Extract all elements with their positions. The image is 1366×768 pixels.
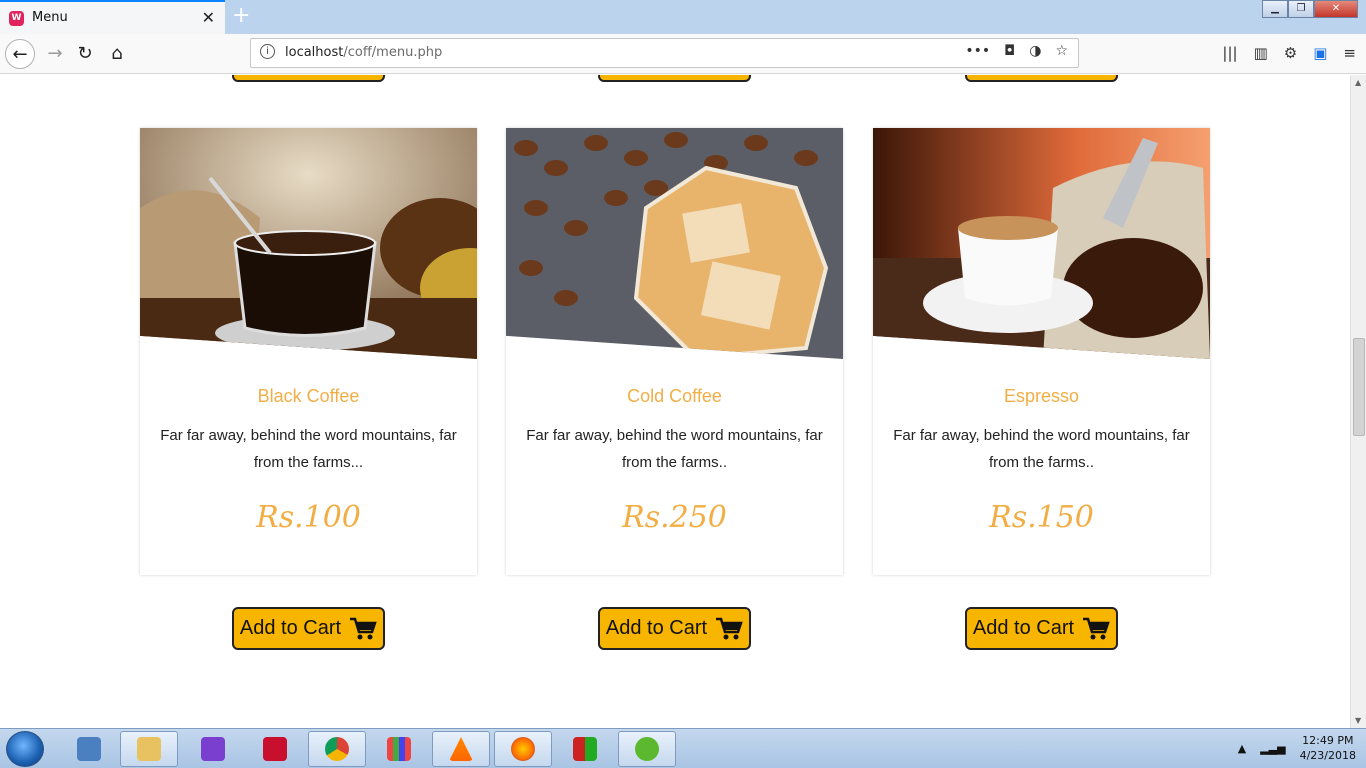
back-button[interactable]: ←: [5, 39, 35, 69]
forward-button[interactable]: →: [40, 39, 70, 69]
reload-button[interactable]: ↻: [70, 39, 100, 69]
black-coffee-image: [140, 128, 477, 359]
page-content: Black Coffee Far far away, behind the wo…: [0, 75, 1350, 728]
system-tray: ▲ ▂▃▅ 12:49 PM 4/23/2018: [1238, 733, 1356, 763]
page-scrollbar[interactable]: ▲ ▼: [1350, 75, 1366, 728]
nav-bar: ← → ↻ ⌂ i localhost/coff/menu.php ••• ◘ …: [0, 34, 1366, 74]
site-info-icon[interactable]: i: [260, 44, 275, 59]
cart-button-label: Add to Cart: [239, 617, 342, 639]
utorrent-icon[interactable]: [618, 731, 676, 767]
winrar-icon[interactable]: [556, 731, 614, 767]
extension-icon[interactable]: ⚙: [1284, 44, 1297, 62]
sidebar-icon[interactable]: ▥: [1254, 44, 1268, 62]
home-button[interactable]: ⌂: [102, 39, 132, 69]
sync-icon[interactable]: ▣: [1313, 44, 1327, 62]
add-to-cart-button-prev[interactable]: [965, 75, 1118, 82]
menu-card: Black Coffee Far far away, behind the wo…: [140, 128, 477, 575]
chrome-icon[interactable]: [308, 731, 366, 767]
add-to-cart-button[interactable]: Add to Cart: [965, 607, 1118, 650]
add-to-cart-button[interactable]: Add to Cart: [232, 607, 385, 650]
cart-button-label: Add to Cart: [972, 617, 1075, 639]
item-description: Far far away, behind the word mountains,…: [893, 427, 1190, 471]
start-button[interactable]: [6, 731, 44, 767]
menu-card: Cold Coffee Far far away, behind the wor…: [506, 128, 843, 575]
acrobat-icon[interactable]: [246, 731, 304, 767]
desktop-icon[interactable]: [60, 731, 118, 767]
new-tab-icon[interactable]: +: [232, 3, 250, 29]
library-icon[interactable]: |||: [1222, 44, 1237, 62]
vlc-icon[interactable]: [432, 731, 490, 767]
item-price: Rs.100: [256, 500, 361, 535]
tray-expand-icon[interactable]: ▲: [1238, 742, 1246, 755]
url-text[interactable]: localhost/coff/menu.php: [285, 45, 442, 60]
item-name: Cold Coffee: [627, 386, 722, 406]
window-close-button[interactable]: ✕: [1314, 0, 1358, 18]
item-price: Rs.250: [622, 500, 727, 535]
restore-button[interactable]: ❐: [1288, 0, 1314, 18]
item-name: Black Coffee: [257, 386, 360, 406]
shopping-cart-icon: [350, 617, 377, 639]
reader-icon[interactable]: ◑: [1029, 43, 1041, 59]
item-description: Far far away, behind the word mountains,…: [526, 427, 823, 471]
network-icon[interactable]: ▂▃▅: [1260, 742, 1285, 755]
minimize-button[interactable]: ▁: [1262, 0, 1288, 18]
cold-coffee-image: [506, 128, 843, 359]
pocket-icon[interactable]: ◘: [1004, 43, 1015, 59]
scrollbar-thumb[interactable]: [1353, 338, 1365, 436]
shopping-cart-icon: [716, 617, 743, 639]
cart-button-label: Add to Cart: [605, 617, 708, 639]
site-favicon-icon: W: [9, 11, 24, 26]
page-actions-icon[interactable]: •••: [965, 43, 990, 59]
add-to-cart-button[interactable]: Add to Cart: [598, 607, 751, 650]
menu-card: Espresso Far far away, behind the word m…: [873, 128, 1210, 575]
bookmark-star-icon[interactable]: ☆: [1055, 43, 1068, 59]
firefox-icon[interactable]: [494, 731, 552, 767]
espresso-image: [873, 128, 1210, 359]
visual-studio-icon[interactable]: [184, 731, 242, 767]
add-to-cart-button-prev[interactable]: [598, 75, 751, 82]
item-name: Espresso: [1003, 386, 1080, 406]
shopping-cart-icon: [1083, 617, 1110, 639]
taskbar: ▲ ▂▃▅ 12:49 PM 4/23/2018: [0, 728, 1366, 768]
item-description: Far far away, behind the word mountains,…: [160, 427, 457, 471]
tab-bar: W Menu ✕ + ▁ ❐ ✕: [0, 0, 1366, 34]
scroll-down-icon[interactable]: ▼: [1355, 716, 1361, 725]
item-price: Rs.150: [989, 500, 1094, 535]
tab-close-icon[interactable]: ✕: [202, 8, 215, 27]
scroll-up-icon[interactable]: ▲: [1355, 78, 1361, 87]
menu-icon[interactable]: ≡: [1343, 44, 1356, 62]
tab-menu[interactable]: W Menu ✕: [0, 0, 225, 34]
apps-icon[interactable]: [370, 731, 428, 767]
add-to-cart-button-prev[interactable]: [232, 75, 385, 82]
url-bar[interactable]: i localhost/coff/menu.php ••• ◘ ◑ ☆: [250, 38, 1079, 68]
file-explorer-icon[interactable]: [120, 731, 178, 767]
tab-title: Menu: [32, 10, 68, 25]
clock[interactable]: 12:49 PM 4/23/2018: [1300, 733, 1356, 763]
